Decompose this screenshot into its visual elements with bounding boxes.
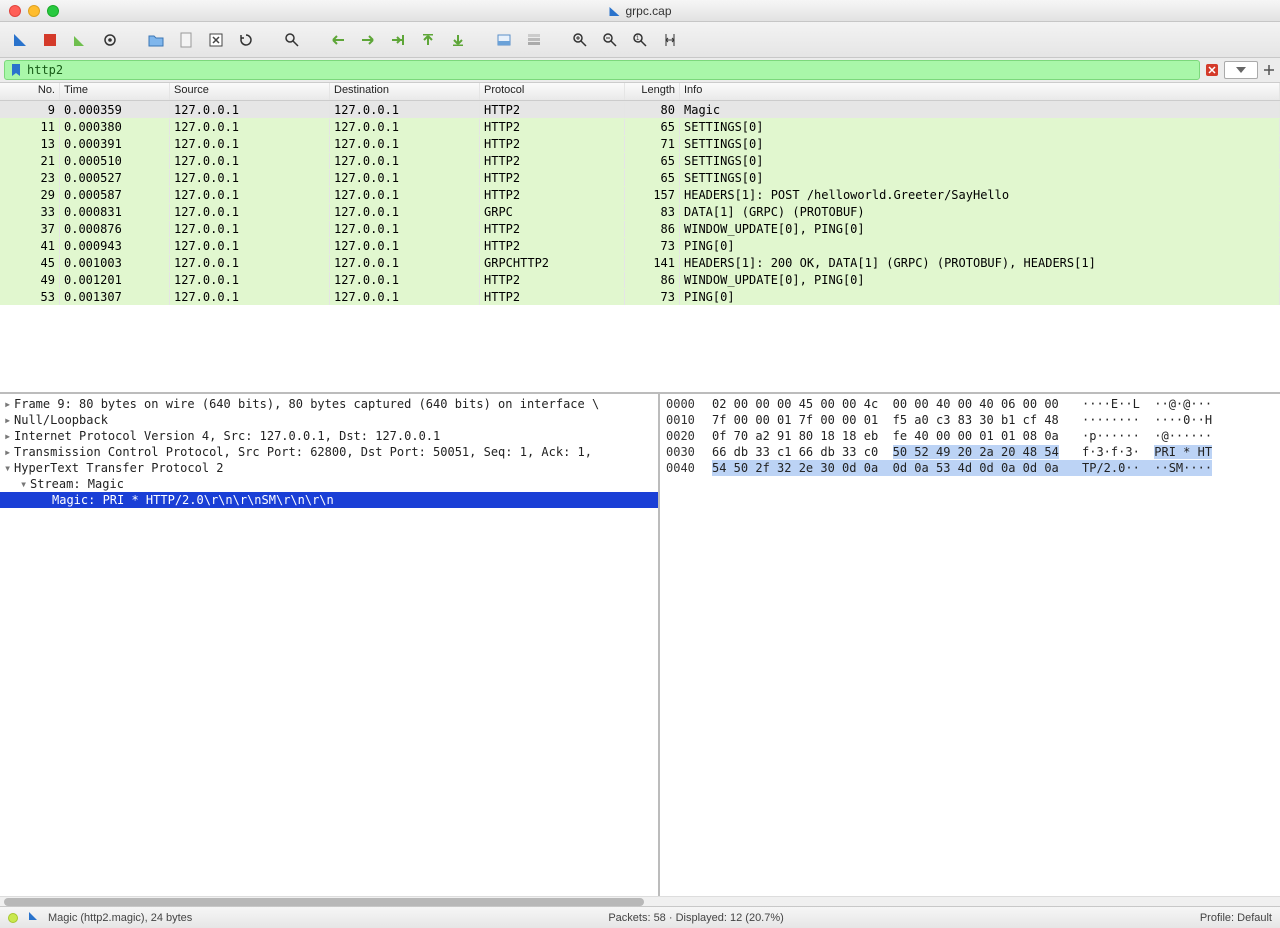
packet-details-pane[interactable]: ▸Frame 9: 80 bytes on wire (640 bits), 8… [0,394,660,896]
tree-ip: ▸Internet Protocol Version 4, Src: 127.0… [0,428,658,444]
col-header-info[interactable]: Info [680,83,1280,100]
go-last-button[interactable] [446,28,470,52]
display-filter-input[interactable]: http2 [4,60,1200,80]
col-header-dest[interactable]: Destination [330,83,480,100]
go-first-button[interactable] [416,28,440,52]
save-file-button[interactable] [174,28,198,52]
packet-row[interactable]: 330.000831127.0.0.1127.0.0.1GRPC83DATA[1… [0,203,1280,220]
autoscroll-button[interactable] [492,28,516,52]
window-title: grpc.cap [625,4,671,18]
zoom-in-button[interactable] [568,28,592,52]
packet-list-pane: No. Time Source Destination Protocol Len… [0,82,1280,392]
packet-bytes-pane[interactable]: 000002 00 00 00 45 00 00 4c 00 00 40 00 … [660,394,1280,896]
packet-row[interactable]: 230.000527127.0.0.1127.0.0.1HTTP265SETTI… [0,169,1280,186]
go-to-packet-button[interactable] [386,28,410,52]
packet-list-body[interactable]: 90.000359127.0.0.1127.0.0.1HTTP280Magic1… [0,101,1280,392]
stop-capture-button[interactable] [38,28,62,52]
resize-columns-button[interactable] [658,28,682,52]
tree-magic-field[interactable]: Magic: PRI * HTTP/2.0\r\n\r\nSM\r\n\r\n [0,492,658,508]
status-bar: Magic (http2.magic), 24 bytes Packets: 5… [0,906,1280,928]
hex-row: 00200f 70 a2 91 80 18 18 eb fe 40 00 00 … [666,428,1274,444]
wireshark-fin-icon [608,5,620,17]
packet-row[interactable]: 90.000359127.0.0.1127.0.0.1HTTP280Magic [0,101,1280,118]
open-file-button[interactable] [144,28,168,52]
col-header-no[interactable]: No. [0,83,60,100]
main-toolbar: 1 [0,22,1280,58]
zoom-reset-button[interactable]: 1 [628,28,652,52]
tree-http2: ▾HyperText Transfer Protocol 2 [0,460,658,476]
start-capture-button[interactable] [8,28,32,52]
tree-stream-magic: ▾Stream: Magic [0,476,658,492]
titlebar: grpc.cap [0,0,1280,22]
display-filter-bar: http2 [0,58,1280,82]
go-next-button[interactable] [356,28,380,52]
packet-row[interactable]: 530.001307127.0.0.1127.0.0.1HTTP273PING[… [0,288,1280,305]
hex-row: 003066 db 33 c1 66 db 33 c0 50 52 49 20 … [666,444,1274,460]
col-header-length[interactable]: Length [625,83,680,100]
go-previous-button[interactable] [326,28,350,52]
packet-list-header[interactable]: No. Time Source Destination Protocol Len… [0,83,1280,101]
wireshark-fin-small-icon [28,911,38,924]
restart-capture-button[interactable] [68,28,92,52]
zoom-out-button[interactable] [598,28,622,52]
col-header-time[interactable]: Time [60,83,170,100]
reload-button[interactable] [234,28,258,52]
col-header-source[interactable]: Source [170,83,330,100]
col-header-protocol[interactable]: Protocol [480,83,625,100]
status-packet-counts: Packets: 58 · Displayed: 12 (20.7%) [608,912,783,924]
add-filter-button[interactable] [1262,63,1276,77]
zoom-window-button[interactable] [47,5,59,17]
packet-row[interactable]: 290.000587127.0.0.1127.0.0.1HTTP2157HEAD… [0,186,1280,203]
close-file-button[interactable] [204,28,228,52]
hex-row: 004054 50 2f 32 2e 30 0d 0a 0d 0a 53 4d … [666,460,1274,476]
status-profile[interactable]: Profile: Default [1200,912,1272,924]
colorize-button[interactable] [522,28,546,52]
packet-row[interactable]: 370.000876127.0.0.1127.0.0.1HTTP286WINDO… [0,220,1280,237]
capture-options-button[interactable] [98,28,122,52]
horizontal-scrollbar[interactable] [0,896,1280,906]
packet-row[interactable]: 410.000943127.0.0.1127.0.0.1HTTP273PING[… [0,237,1280,254]
hex-row: 000002 00 00 00 45 00 00 4c 00 00 40 00 … [666,396,1274,412]
status-field-info: Magic (http2.magic), 24 bytes [48,912,192,924]
clear-filter-button[interactable] [1204,62,1220,78]
find-packet-button[interactable] [280,28,304,52]
packet-row[interactable]: 130.000391127.0.0.1127.0.0.1HTTP271SETTI… [0,135,1280,152]
expert-info-icon[interactable] [8,913,18,923]
tree-null-loopback: ▸Null/Loopback [0,412,658,428]
hex-row: 00107f 00 00 01 7f 00 00 01 f5 a0 c3 83 … [666,412,1274,428]
filter-expression-dropdown[interactable] [1224,61,1258,79]
minimize-window-button[interactable] [28,5,40,17]
tree-tcp: ▸Transmission Control Protocol, Src Port… [0,444,658,460]
bookmark-filter-icon[interactable] [9,63,23,77]
display-filter-text: http2 [27,63,63,77]
packet-row[interactable]: 490.001201127.0.0.1127.0.0.1HTTP286WINDO… [0,271,1280,288]
close-window-button[interactable] [9,5,21,17]
packet-row[interactable]: 110.000380127.0.0.1127.0.0.1HTTP265SETTI… [0,118,1280,135]
packet-row[interactable]: 450.001003127.0.0.1127.0.0.1GRPCHTTP2141… [0,254,1280,271]
packet-row[interactable]: 210.000510127.0.0.1127.0.0.1HTTP265SETTI… [0,152,1280,169]
tree-frame: ▸Frame 9: 80 bytes on wire (640 bits), 8… [0,396,658,412]
